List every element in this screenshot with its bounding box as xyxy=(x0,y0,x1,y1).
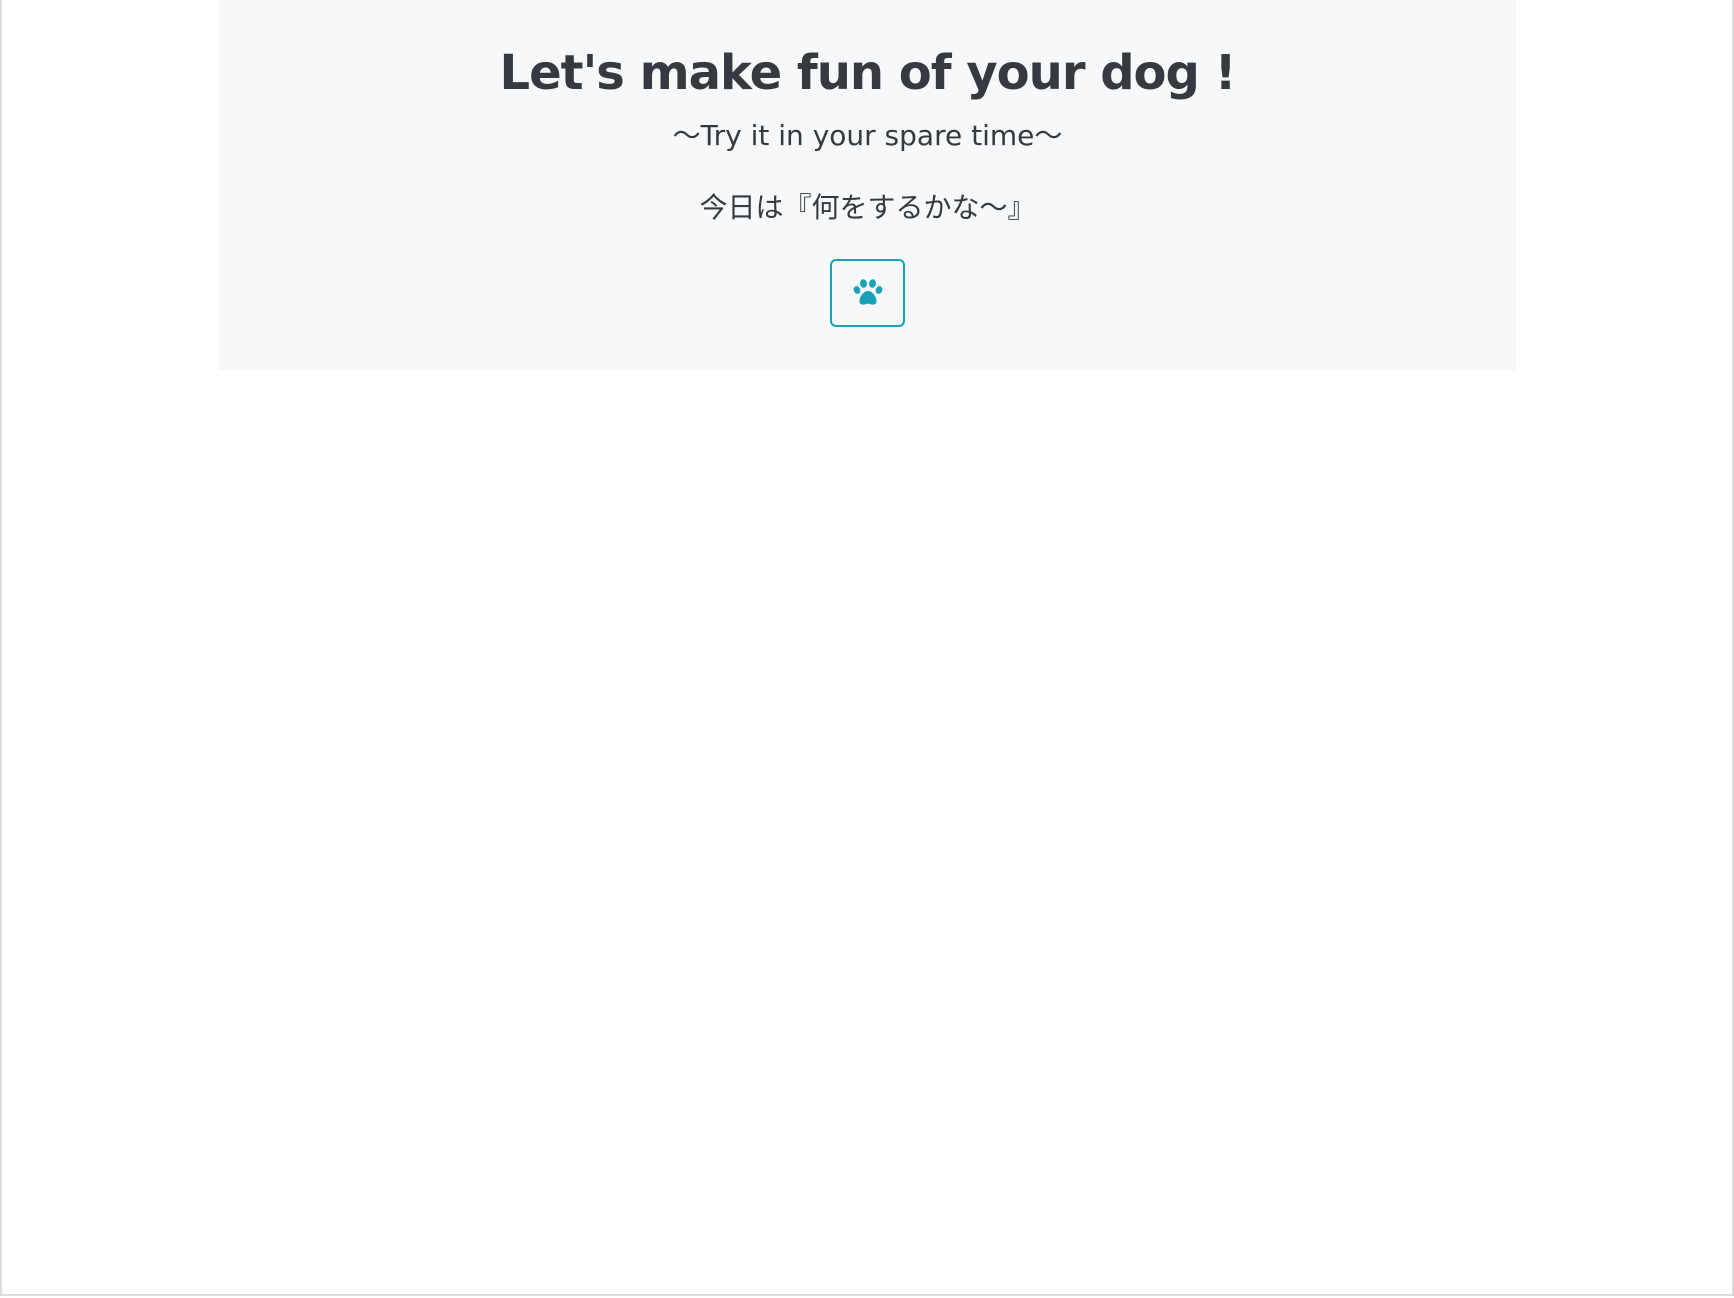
hero-message: 今日は『何をするかな〜』 xyxy=(699,191,1036,224)
page-title: Let's make fun of your dog ! xyxy=(499,45,1237,101)
page-frame: Let's make fun of your dog ! 〜Try it in … xyxy=(0,0,1734,1296)
paw-icon xyxy=(853,279,883,307)
hero-subtitle: 〜Try it in your spare time〜 xyxy=(672,119,1063,152)
paw-button[interactable] xyxy=(830,259,905,327)
hero-section: Let's make fun of your dog ! 〜Try it in … xyxy=(219,0,1516,370)
